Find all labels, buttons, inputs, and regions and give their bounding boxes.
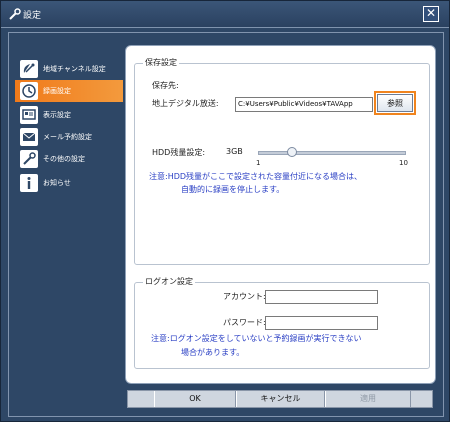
info-icon <box>20 174 38 192</box>
hdd-remaining-label: HDD残量設定: <box>152 148 206 157</box>
satellite-dish-icon <box>20 60 38 78</box>
display-icon <box>20 106 38 124</box>
sidebar-item-label: お知らせ <box>43 179 71 187</box>
logon-note-line2: 場合があります。 <box>181 348 245 357</box>
sidebar-item-mail-reservation[interactable]: メール予約設定 <box>15 126 123 148</box>
slider-min-label: 1 <box>256 159 261 167</box>
sidebar-item-label: その他の設定 <box>43 155 85 163</box>
close-button[interactable]: ✕ <box>423 6 439 22</box>
apply-button[interactable]: 適用 <box>325 391 411 407</box>
sidebar-item-label: 録画設定 <box>43 87 71 95</box>
sidebar-item-display[interactable]: 表示設定 <box>15 104 123 126</box>
password-field[interactable] <box>265 316 378 330</box>
account-label: アカウント: <box>223 292 266 301</box>
wrench-icon <box>20 150 38 168</box>
close-icon: ✕ <box>425 6 437 20</box>
window-title: 設定 <box>23 11 42 21</box>
clock-icon <box>20 82 38 100</box>
mail-icon <box>20 128 38 146</box>
hdd-note-line2: 自動的に録画を停止します。 <box>181 185 285 194</box>
logon-note-line1: 注意:ログオン設定をしていないと予約録画が実行できない <box>151 334 362 343</box>
terrestrial-label: 地上デジタル放送: <box>152 99 219 108</box>
sidebar-item-label: メール予約設定 <box>43 133 92 141</box>
title-bar: 設定 ✕ <box>1 1 449 28</box>
account-field[interactable] <box>265 290 378 304</box>
save-destination-label: 保存先: <box>152 81 179 90</box>
dialog-button-bar: OK キャンセル 適用 <box>127 390 433 408</box>
password-label: パスワード: <box>223 318 266 327</box>
sidebar-item-notice[interactable]: お知らせ <box>15 172 123 194</box>
ok-button[interactable]: OK <box>154 391 236 407</box>
logon-settings-legend: ログオン設定 <box>143 276 195 287</box>
sidebar-item-other[interactable]: その他の設定 <box>15 148 123 170</box>
hdd-slider-track[interactable] <box>258 151 406 155</box>
sidebar-item-label: 地域チャンネル設定 <box>43 65 106 73</box>
settings-window: 設定 ✕ 地域チャンネル設定 録画設定 表示設定 メール予約設定 その他の設定 … <box>0 0 450 422</box>
sidebar-item-label: 表示設定 <box>43 111 71 119</box>
hdd-remaining-value: 3GB <box>226 147 243 156</box>
slider-max-label: 10 <box>399 159 408 167</box>
wrench-icon <box>9 8 21 20</box>
sidebar-item-recording[interactable]: 録画設定 <box>15 80 123 102</box>
save-settings-legend: 保存設定 <box>143 57 179 68</box>
save-path-field[interactable]: C:¥Users¥Public¥Videos¥TAVApp <box>235 97 373 112</box>
sidebar-item-region-channel[interactable]: 地域チャンネル設定 <box>15 58 123 80</box>
cancel-button[interactable]: キャンセル <box>236 391 325 407</box>
browse-button[interactable]: 参照 <box>377 94 413 112</box>
hdd-note-line1: 注意:HDD残量がここで設定された容量付近になる場合は、 <box>149 172 363 181</box>
